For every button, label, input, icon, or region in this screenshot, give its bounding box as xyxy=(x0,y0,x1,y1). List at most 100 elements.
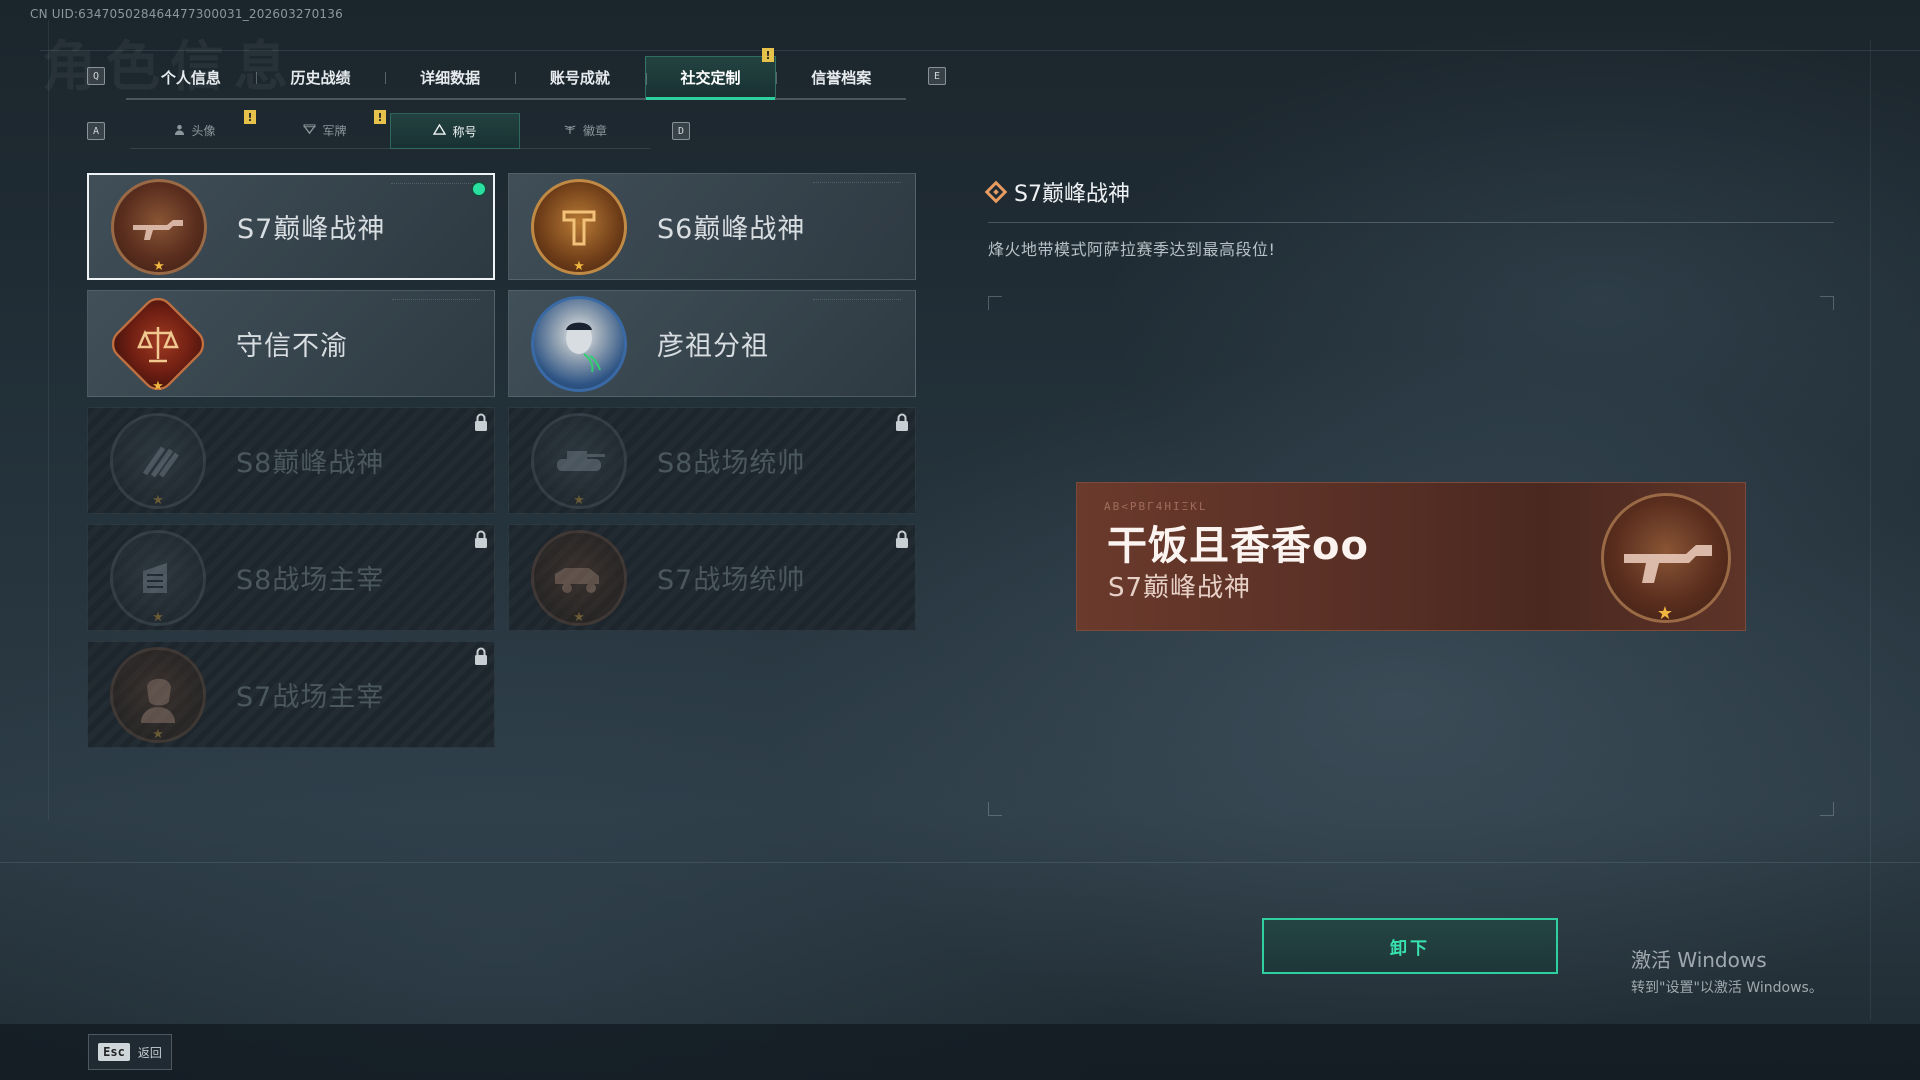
subtab-prev-key[interactable]: A xyxy=(87,122,105,140)
title-name: S7战场统帅 xyxy=(657,565,806,596)
esc-key: Esc xyxy=(98,1043,130,1061)
lock-icon xyxy=(896,530,908,548)
title-card[interactable]: ★ S8战场主宰 xyxy=(87,524,495,631)
card-decoration xyxy=(392,299,480,301)
title-name: S8战场统帅 xyxy=(657,448,806,479)
subtab-label: 徽章 xyxy=(582,124,607,138)
nameplate-preview: ΑΒ<ΡΒΓ4ΗΙΞΚL 干饭且香香oo S7巅峰战神 ★ xyxy=(1076,482,1746,631)
watermark-line: 激活 Windows xyxy=(1631,948,1767,972)
sub-tabs: 头像 军牌 称号 徽章 xyxy=(130,113,650,149)
title-card[interactable]: ★ 守信不渝 xyxy=(87,290,495,397)
rifle-emblem-icon: ★ xyxy=(111,178,207,275)
title-name: 守信不渝 xyxy=(236,331,348,362)
tower-emblem-icon: ★ xyxy=(531,178,627,275)
tab-history[interactable]: 历史战绩 xyxy=(255,56,386,98)
wings-icon xyxy=(563,124,577,138)
title-name: S6巅峰战神 xyxy=(657,214,806,245)
stripes-emblem-icon: ★ xyxy=(110,412,206,509)
subtab-label: 军牌 xyxy=(322,124,347,138)
title-card[interactable]: ★ S8巅峰战神 xyxy=(87,407,495,514)
building-emblem-icon: ★ xyxy=(110,529,206,626)
detail-description: 烽火地带模式阿萨拉赛季达到最高段位! xyxy=(988,240,1276,259)
notification-badge: ! xyxy=(762,48,774,62)
divider xyxy=(988,222,1834,223)
dogtag-icon xyxy=(303,123,316,138)
tab-credit-file[interactable]: 信誉档案 xyxy=(776,56,906,98)
tab-prev-key[interactable]: Q xyxy=(87,67,105,85)
title-name: S7战场主宰 xyxy=(236,682,385,713)
tab-next-key[interactable]: E xyxy=(928,67,946,85)
tank-emblem-icon: ★ xyxy=(531,412,627,509)
uid-text: CN UID:634705028464477300031_20260327013… xyxy=(30,7,343,21)
main-tabs: 个人信息 历史战绩 详细数据 账号成就 社交定制 信誉档案 xyxy=(126,56,906,100)
frame-corner xyxy=(988,802,1002,816)
back-button[interactable]: Esc 返回 xyxy=(88,1034,172,1070)
tab-achievements[interactable]: 账号成就 xyxy=(515,56,645,98)
title-name: 彦祖分祖 xyxy=(657,331,769,362)
person-icon xyxy=(174,124,185,138)
star-icon: ★ xyxy=(152,378,164,394)
star-icon: ★ xyxy=(152,726,164,742)
frame-corner xyxy=(1820,296,1834,310)
star-icon: ★ xyxy=(573,492,585,508)
title-card[interactable]: 彦祖分祖 xyxy=(508,290,916,397)
star-icon: ★ xyxy=(152,492,164,508)
star-icon: ★ xyxy=(573,609,585,625)
grid-line xyxy=(0,862,1920,863)
subtab-badge[interactable]: 徽章 xyxy=(520,113,650,149)
grid-line xyxy=(40,50,1920,51)
scales-emblem-icon: ★ xyxy=(105,291,211,396)
title-card[interactable]: ★ S7战场统帅 xyxy=(508,524,916,631)
watermark-line: 转到"设置"以激活 Windows。 xyxy=(1631,980,1823,996)
title-card[interactable]: ★ S7战场主宰 xyxy=(87,641,495,748)
star-icon: ★ xyxy=(152,609,164,625)
detail-title-text: S7巅峰战神 xyxy=(1014,182,1130,207)
vehicle-emblem-icon: ★ xyxy=(531,529,627,626)
grid-line xyxy=(1870,40,1871,1020)
portrait-emblem-icon xyxy=(531,295,627,392)
notification-badge: ! xyxy=(374,110,386,124)
windows-activation-watermark: 激活 Windows 转到"设置"以激活 Windows。 xyxy=(1631,944,1823,997)
lock-icon xyxy=(896,413,908,431)
title-name: S7巅峰战神 xyxy=(237,214,386,245)
preview-title: S7巅峰战神 xyxy=(1108,573,1252,603)
star-icon: ★ xyxy=(1656,603,1673,624)
subtab-dogtag[interactable]: 军牌 xyxy=(260,113,390,149)
player-name: 干饭且香香oo xyxy=(1107,523,1369,569)
title-grid: ★ S7巅峰战神 ★ S6巅峰战神 ★ 守信不渝 彦祖分祖 ★ S8巅峰战神 ★… xyxy=(87,173,917,748)
frame-corner xyxy=(1820,802,1834,816)
frame-corner xyxy=(988,296,1002,310)
equipped-indicator-icon xyxy=(471,181,487,197)
detail-title: S7巅峰战神 xyxy=(984,176,1130,208)
lock-icon xyxy=(475,530,487,548)
subtab-next-key[interactable]: D xyxy=(672,122,690,140)
star-icon: ★ xyxy=(153,258,165,274)
lock-icon xyxy=(475,647,487,665)
grid-line xyxy=(48,20,49,820)
card-decoration xyxy=(813,182,901,184)
star-icon: ★ xyxy=(573,258,585,274)
tab-personal-info[interactable]: 个人信息 xyxy=(126,56,256,98)
title-name: S8战场主宰 xyxy=(236,565,385,596)
bottom-bar xyxy=(0,1024,1920,1080)
soldier-emblem-icon: ★ xyxy=(110,646,206,743)
tab-detailed-data[interactable]: 详细数据 xyxy=(385,56,515,98)
subtab-label: 称号 xyxy=(452,124,477,139)
title-name: S8巅峰战神 xyxy=(236,448,385,479)
notification-badge: ! xyxy=(244,110,256,124)
subtab-label: 头像 xyxy=(191,124,216,138)
triangle-icon xyxy=(433,123,447,138)
back-label: 返回 xyxy=(137,1045,162,1060)
card-decoration xyxy=(391,183,479,185)
title-card[interactable]: ★ S6巅峰战神 xyxy=(508,173,916,280)
unequip-button[interactable]: 卸下 xyxy=(1262,918,1558,974)
preview-cipher: ΑΒ<ΡΒΓ4ΗΙΞΚL xyxy=(1104,500,1208,513)
tab-social-custom[interactable]: 社交定制 xyxy=(644,56,777,100)
diamond-icon xyxy=(984,180,1008,204)
title-card[interactable]: ★ S8战场统帅 xyxy=(508,407,916,514)
subtab-title[interactable]: 称号 xyxy=(390,113,520,149)
subtab-avatar[interactable]: 头像 xyxy=(130,113,260,149)
lock-icon xyxy=(475,413,487,431)
card-decoration xyxy=(813,299,901,301)
title-card[interactable]: ★ S7巅峰战神 xyxy=(87,173,495,280)
